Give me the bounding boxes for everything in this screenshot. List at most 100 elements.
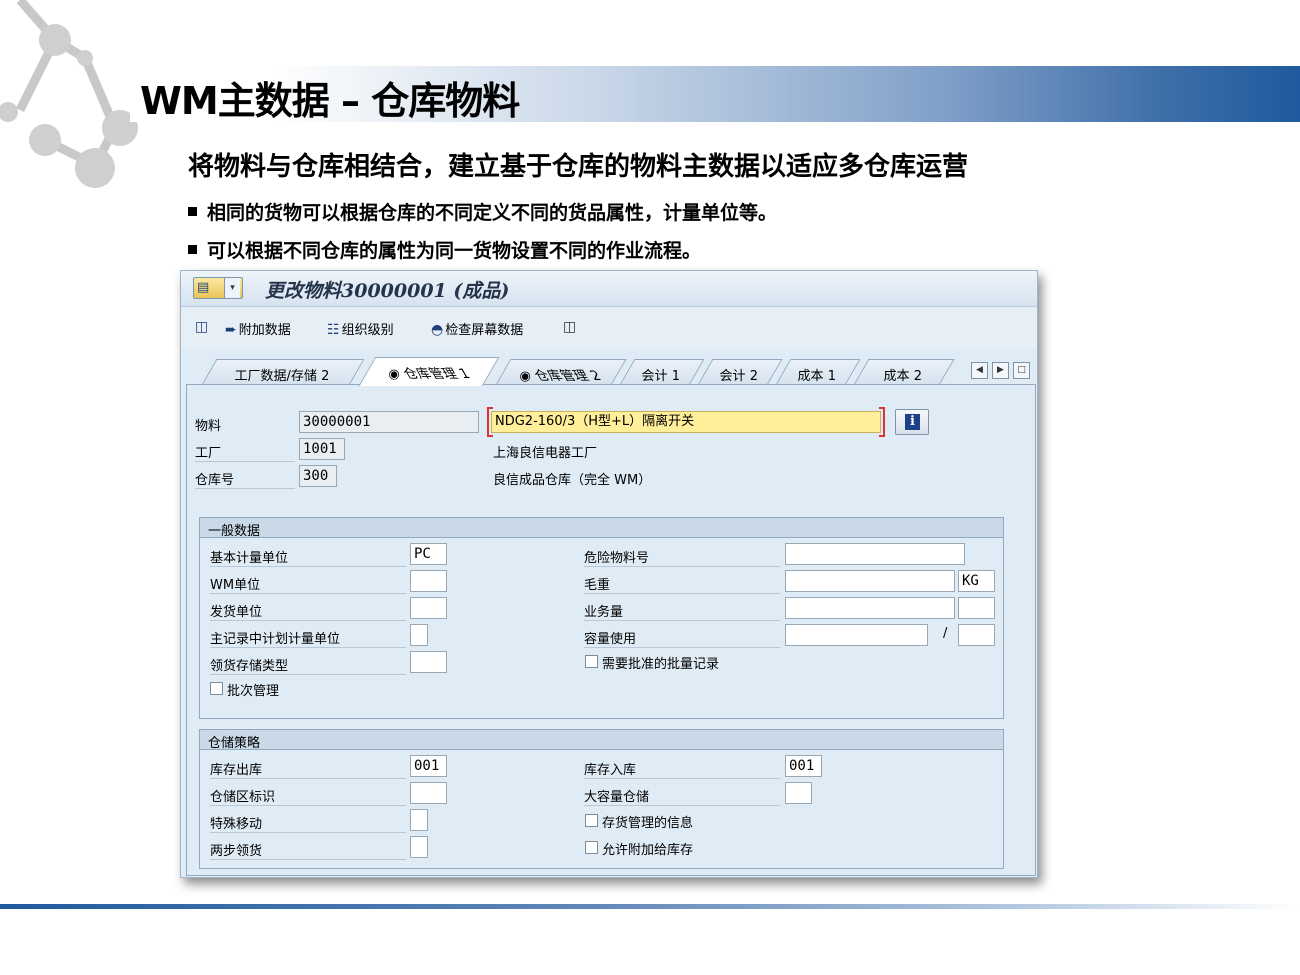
two-step-label: 两步领货 bbox=[210, 840, 406, 860]
tab-costing-2[interactable]: 成本 2 bbox=[853, 359, 955, 385]
org-structure-icon: ☷ bbox=[327, 322, 340, 338]
approved-batch-checkbox[interactable] bbox=[585, 655, 598, 668]
warehouse-field[interactable]: 300 bbox=[299, 465, 337, 487]
tab-accounting-2[interactable]: 会计 2 bbox=[697, 359, 783, 385]
gross-weight-label: 毛重 bbox=[584, 574, 780, 594]
stock-mgmt-checkbox[interactable] bbox=[585, 814, 598, 827]
additional-data-button[interactable]: ➨ 附加数据 bbox=[225, 319, 291, 338]
section-label: 仓储区标识 bbox=[210, 786, 406, 806]
slide-subtitle: 将物料与仓库相结合，建立基于仓库的物料主数据以适应多仓库运营 bbox=[188, 152, 969, 182]
material-description-field[interactable]: NDG2-160/3（H型+L）隔离开关 bbox=[491, 411, 881, 433]
info-button[interactable]: i bbox=[895, 409, 929, 435]
bulk-field[interactable] bbox=[785, 782, 812, 804]
placement-label: 库存入库 bbox=[584, 759, 780, 779]
bulk-label: 大容量仓储 bbox=[584, 786, 780, 806]
pick-storage-type-label: 领货存储类型 bbox=[210, 655, 406, 675]
stock-mgmt-label: 存货管理的信息 bbox=[602, 816, 694, 831]
volume-label: 业务量 bbox=[584, 601, 780, 621]
planned-unit-label: 主记录中计划计量单位 bbox=[210, 628, 406, 648]
check-screen-icon: ◓ bbox=[431, 322, 444, 338]
slide-title: WM主数据 – 仓库物料 bbox=[140, 79, 520, 123]
hazmat-field[interactable] bbox=[785, 543, 965, 565]
gross-weight-field[interactable] bbox=[785, 570, 955, 592]
tab-content-panel: 物料 30000001 NDG2-160/3（H型+L）隔离开关 i 工厂 10… bbox=[186, 384, 1036, 876]
additional-data-label: 附加数据 bbox=[238, 323, 291, 338]
tab-list-icon[interactable]: □ bbox=[1013, 362, 1030, 379]
volume-field[interactable] bbox=[785, 597, 955, 619]
special-move-label: 特殊移动 bbox=[210, 813, 406, 833]
tabstrip: 工厂数据/存储 2 ◉ 仓库管理 1 ◉ 仓库管理 2 会计 1 会计 2 成本… bbox=[181, 355, 1037, 386]
application-toolbar: ◫ ➨ 附加数据 ☷ 组织级别 ◓ 检查屏幕数据 ◫ bbox=[181, 308, 1037, 348]
tab-warehouse-mgmt-1[interactable]: ◉ 仓库管理 1 bbox=[358, 357, 500, 386]
group-title: 一般数据 bbox=[200, 518, 1003, 539]
bullet-item: 相同的货物可以根据仓库的不同定义不同的货品属性，计量单位等。 bbox=[188, 198, 777, 225]
menu-icon: ▤ bbox=[197, 280, 210, 295]
general-data-group: 一般数据 基本计量单位 PC WM单位 发货单位 主记录中计划计量单位 领货存储… bbox=[199, 517, 1004, 719]
base-uom-label: 基本计量单位 bbox=[210, 547, 406, 567]
molecule-decoration bbox=[0, 0, 138, 188]
batch-mgmt-checkbox[interactable] bbox=[210, 682, 223, 695]
issue-unit-field[interactable] bbox=[410, 597, 447, 619]
storage-strategy-group: 仓储策略 库存出库 001 仓储区标识 特殊移动 两步领货 库存入库 001 大… bbox=[199, 729, 1004, 869]
tab-scroll-left-icon[interactable]: ◀ bbox=[971, 362, 988, 379]
base-uom-field[interactable]: PC bbox=[410, 543, 447, 565]
org-levels-button[interactable]: ☷ 组织级别 bbox=[327, 319, 394, 338]
allow-addition-checkbox[interactable] bbox=[585, 841, 598, 854]
system-menu-button[interactable]: ▤ ▾ bbox=[193, 277, 243, 299]
removal-field[interactable]: 001 bbox=[410, 755, 447, 777]
lock-icon: ◫ bbox=[563, 319, 577, 335]
placement-field[interactable]: 001 bbox=[785, 755, 822, 777]
check-screen-label: 检查屏幕数据 bbox=[445, 323, 524, 338]
wm-unit-field[interactable] bbox=[410, 570, 447, 592]
arrow-right-icon: ➨ bbox=[225, 322, 237, 338]
material-field[interactable]: 30000001 bbox=[299, 411, 479, 433]
transaction-title: 更改物料30000001 (成品) bbox=[265, 280, 510, 302]
select-views-icon: ◫ bbox=[195, 319, 209, 335]
bullet-text: 相同的货物可以根据仓库的不同定义不同的货品属性，计量单位等。 bbox=[207, 202, 778, 224]
focus-bracket-right bbox=[879, 407, 885, 437]
sap-title-bar: ▤ ▾ 更改物料30000001 (成品) bbox=[181, 271, 1037, 307]
approved-batch-label: 需要批准的批量记录 bbox=[602, 657, 720, 672]
lock-button[interactable]: ◫ bbox=[563, 319, 578, 335]
weight-unit-field[interactable]: KG bbox=[958, 570, 995, 592]
bottom-divider bbox=[0, 904, 1300, 909]
warehouse-description: 良信成品仓库（完全 WM） bbox=[493, 473, 652, 488]
capacity-label: 容量使用 bbox=[584, 628, 780, 648]
bullet-item: 可以根据不同仓库的属性为同一货物设置不同的作业流程。 bbox=[188, 236, 701, 263]
material-label: 物料 bbox=[195, 419, 222, 434]
check-screen-button[interactable]: ◓ 检查屏幕数据 bbox=[431, 319, 523, 338]
volume-unit-field[interactable] bbox=[958, 597, 995, 619]
plant-label: 工厂 bbox=[195, 442, 295, 462]
wm-unit-label: WM单位 bbox=[210, 574, 406, 594]
removal-label: 库存出库 bbox=[210, 759, 406, 779]
tab-warehouse-mgmt-2[interactable]: ◉ 仓库管理 2 bbox=[495, 359, 627, 385]
special-move-field[interactable] bbox=[410, 809, 428, 831]
bullet-text: 可以根据不同仓库的属性为同一货物设置不同的作业流程。 bbox=[207, 240, 702, 262]
plant-field[interactable]: 1001 bbox=[299, 438, 345, 460]
issue-unit-label: 发货单位 bbox=[210, 601, 406, 621]
chevron-down-icon: ▾ bbox=[224, 278, 240, 298]
select-views-button[interactable]: ◫ bbox=[195, 319, 210, 335]
section-field[interactable] bbox=[410, 782, 447, 804]
info-icon: i bbox=[905, 414, 920, 430]
capacity-separator: / bbox=[943, 626, 948, 641]
tab-plant-storage-2[interactable]: 工厂数据/存储 2 bbox=[201, 359, 365, 385]
bullet-square-icon bbox=[188, 245, 197, 254]
batch-mgmt-label: 批次管理 bbox=[227, 684, 280, 699]
two-step-field[interactable] bbox=[410, 836, 428, 858]
sap-window: ▤ ▾ 更改物料30000001 (成品) ◫ ➨ 附加数据 ☷ 组织级别 ◓ 检查屏… bbox=[180, 270, 1038, 878]
warehouse-label: 仓库号 bbox=[195, 469, 295, 489]
allow-addition-label: 允许附加给库存 bbox=[602, 843, 694, 858]
plant-description: 上海良信电器工厂 bbox=[493, 446, 598, 461]
capacity-field[interactable] bbox=[785, 624, 928, 646]
pick-storage-type-field[interactable] bbox=[410, 651, 447, 673]
hazmat-label: 危险物料号 bbox=[584, 547, 780, 567]
tab-scroll-right-icon[interactable]: ▶ bbox=[992, 362, 1009, 379]
capacity-unit-field[interactable] bbox=[958, 624, 995, 646]
bullet-square-icon bbox=[188, 207, 197, 216]
org-levels-label: 组织级别 bbox=[341, 323, 394, 338]
planned-unit-field[interactable] bbox=[410, 624, 428, 646]
tab-costing-1[interactable]: 成本 1 bbox=[775, 359, 861, 385]
group-title: 仓储策略 bbox=[200, 730, 1003, 751]
tab-accounting-1[interactable]: 会计 1 bbox=[619, 359, 705, 385]
